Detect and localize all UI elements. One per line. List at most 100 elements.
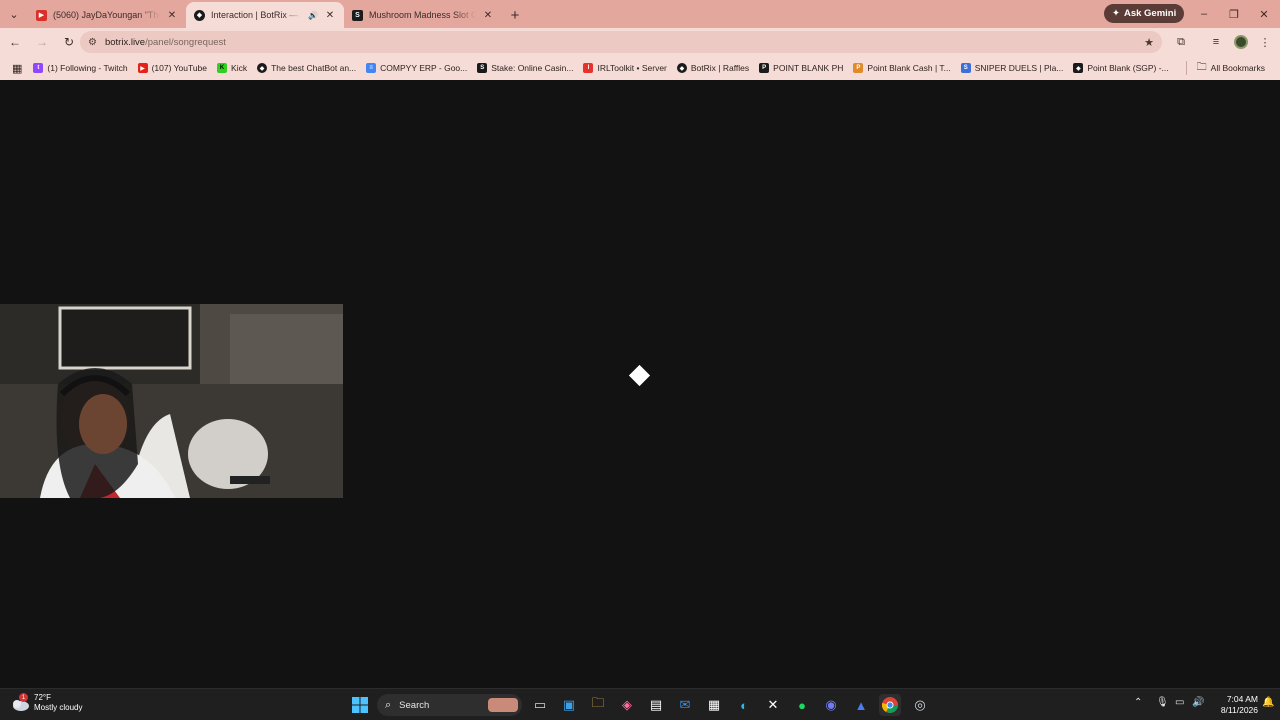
all-bookmarks-button[interactable]: 🗀 All Bookmarks: [1175, 58, 1270, 78]
tab-search-chevron-icon[interactable]: ⌄: [0, 0, 28, 28]
forward-arrow-icon[interactable]: →: [30, 30, 54, 54]
clock-date: 8/11/2026: [1220, 705, 1258, 715]
system-clock[interactable]: 7:04 AM 8/11/2026: [1208, 694, 1258, 716]
diamond-icon: ◆: [1073, 63, 1084, 73]
bookmarks-bar: ▦ t (1) Following - Twitch ▶ (107) YouTube…: [0, 56, 1280, 80]
bookmark-item[interactable]: S Stake: Online Casin...: [472, 58, 578, 78]
extensions-puzzle-icon[interactable]: ⧉: [1169, 30, 1193, 54]
bookmark-item[interactable]: K Kick: [212, 58, 252, 78]
site-settings-icon[interactable]: ⚙: [88, 37, 97, 48]
youtube-icon: ▶: [137, 63, 148, 73]
weather-desc: Mostly cloudy: [34, 703, 83, 712]
bookmark-item[interactable]: ◆ Point Blank (SGP) -...: [1068, 58, 1173, 78]
irltoolkit-icon: I: [583, 63, 594, 73]
close-icon[interactable]: ✕: [482, 10, 494, 21]
weather-widget[interactable]: 1 72°F Mostly cloudy: [10, 693, 82, 713]
obs-icon[interactable]: ◎: [909, 694, 931, 716]
bookmark-label: (1) Following - Twitch: [47, 63, 128, 73]
notepad-icon[interactable]: ▦: [703, 694, 725, 716]
spotify-icon[interactable]: ●: [791, 694, 813, 716]
microsoft-365-icon[interactable]: ◈: [616, 694, 638, 716]
kick-icon: K: [217, 63, 228, 73]
close-icon[interactable]: ✕: [166, 10, 178, 21]
stake-icon: S: [352, 9, 363, 21]
bookmark-item[interactable]: ◆ BotRix | Raffles: [672, 58, 754, 78]
url-host: botrix.live: [104, 36, 146, 48]
bookmark-label: COMPYY ERP - Goo...: [380, 63, 468, 73]
profile-avatar[interactable]: [1229, 30, 1253, 54]
docs-icon: ≡: [366, 63, 377, 73]
apps-grid-icon[interactable]: ▦: [6, 62, 28, 75]
bookmark-label: Point Blank (SGP) -...: [1087, 63, 1169, 73]
all-bookmarks-label: All Bookmarks: [1210, 63, 1265, 73]
bookmark-item[interactable]: ▶ (107) YouTube: [133, 58, 212, 78]
bookmark-label: POINT BLANK PH: [773, 63, 844, 73]
bookmark-item[interactable]: ◆ The best ChatBot an...: [252, 58, 361, 78]
speaker-icon[interactable]: 🔊: [308, 11, 318, 20]
bookmark-item[interactable]: t (1) Following - Twitch: [28, 58, 132, 78]
botrix-icon: ◆: [194, 9, 205, 21]
windows-start-icon[interactable]: [349, 694, 371, 716]
browser-window: ⌄ ▶ (5060) JayDaYoungan "Thot Th ✕ ◆ Int…: [0, 0, 1280, 688]
volume-icon[interactable]: 🔊: [1192, 697, 1204, 708]
bookmark-label: BotRix | Raffles: [690, 63, 750, 73]
taskbar: 1 72°F Mostly cloudy ⌕ Search ▭ ▣ 🗀 ◈ ▤ …: [0, 688, 1280, 720]
sniper-icon: S: [960, 63, 971, 73]
tray-overflow-chevron-icon[interactable]: ⌃: [1134, 697, 1142, 708]
bookmark-label: The best ChatBot an...: [271, 63, 357, 73]
bookmark-star-icon[interactable]: ★: [1144, 36, 1154, 49]
youtube-icon: ▶: [36, 9, 47, 21]
bookmark-item[interactable]: S SNIPER DUELS | Pla...: [956, 58, 1069, 78]
restore-button[interactable]: ❐: [1218, 0, 1250, 28]
search-label: Search: [399, 699, 430, 711]
new-tab-button[interactable]: +: [502, 2, 528, 28]
network-icon[interactable]: ▭: [1175, 697, 1184, 708]
microsoft-store-icon[interactable]: ▤: [645, 694, 667, 716]
vpn-icon[interactable]: ▲: [850, 694, 872, 716]
bookmark-label: IRLToolkit • Server: [597, 63, 667, 73]
task-view-icon[interactable]: ▭: [529, 694, 551, 716]
bookmark-label: (107) YouTube: [151, 63, 208, 73]
pointblank-cash-icon: P: [853, 63, 864, 73]
tab-youtube[interactable]: ▶ (5060) JayDaYoungan "Thot Th ✕: [28, 2, 186, 28]
discord-icon[interactable]: ◉: [820, 694, 842, 716]
bookmark-item[interactable]: P POINT BLANK PH: [754, 58, 848, 78]
botrix-icon: ◆: [676, 63, 687, 73]
bookmark-item[interactable]: ≡ COMPYY ERP - Goo...: [361, 58, 472, 78]
reload-icon[interactable]: ↻: [57, 30, 81, 54]
edge-icon[interactable]: ◐: [733, 694, 755, 716]
chrome-icon[interactable]: [879, 694, 901, 716]
address-bar[interactable]: ⚙ botrix.live/panel/songrequest ★: [80, 31, 1162, 53]
back-arrow-icon[interactable]: ←: [3, 30, 27, 54]
close-icon[interactable]: ✕: [324, 10, 336, 21]
tab-mushroom-madness[interactable]: S Mushroom Madness Slot Game ✕: [344, 2, 502, 28]
url-path: /panel/songrequest: [145, 36, 226, 48]
ask-gemini-button[interactable]: ✦ Ask Gemini: [1104, 4, 1185, 23]
close-window-button[interactable]: ✕: [1248, 0, 1280, 28]
loading-diamond-icon: [628, 364, 651, 387]
bookmark-label: Point Blank Cash | T...: [867, 63, 951, 73]
browser-toolbar: ← → ↻ ⚙ botrix.live/panel/songrequest ★ …: [0, 28, 1280, 56]
cloudy-weather-icon: 1: [10, 693, 29, 711]
twitch-icon: t: [33, 63, 44, 73]
tab-strip: ⌄ ▶ (5060) JayDaYoungan "Thot Th ✕ ◆ Int…: [0, 0, 1280, 28]
media-controls-icon[interactable]: ≡: [1204, 30, 1228, 54]
tab-botrix[interactable]: ◆ Interaction | BotRix — Clou 🔊 ✕: [186, 2, 344, 28]
bookmark-item[interactable]: P Point Blank Cash | T...: [848, 58, 955, 78]
microphone-icon[interactable]: 🎙: [1156, 697, 1169, 708]
outlook-icon[interactable]: ✉: [674, 694, 696, 716]
tab-title: (5060) JayDaYoungan "Thot Th: [53, 10, 160, 20]
minimize-button[interactable]: –: [1188, 0, 1220, 28]
bookmark-label: SNIPER DUELS | Pla...: [974, 63, 1064, 73]
tab-title: Mushroom Madness Slot Game: [369, 10, 476, 20]
taskbar-search-box[interactable]: ⌕ Search: [377, 694, 522, 716]
search-icon: ⌕: [385, 698, 392, 711]
capcut-icon[interactable]: ✕: [762, 694, 784, 716]
clock-time: 7:04 AM: [1226, 694, 1258, 704]
file-explorer-icon[interactable]: 🗀: [587, 694, 609, 716]
stake-icon: S: [477, 63, 488, 73]
menu-kebab-icon[interactable]: ⋮: [1253, 30, 1277, 54]
widgets-icon[interactable]: ▣: [558, 694, 580, 716]
bookmark-item[interactable]: I IRLToolkit • Server: [578, 58, 671, 78]
notification-bell-icon[interactable]: 🔔: [1262, 697, 1274, 708]
